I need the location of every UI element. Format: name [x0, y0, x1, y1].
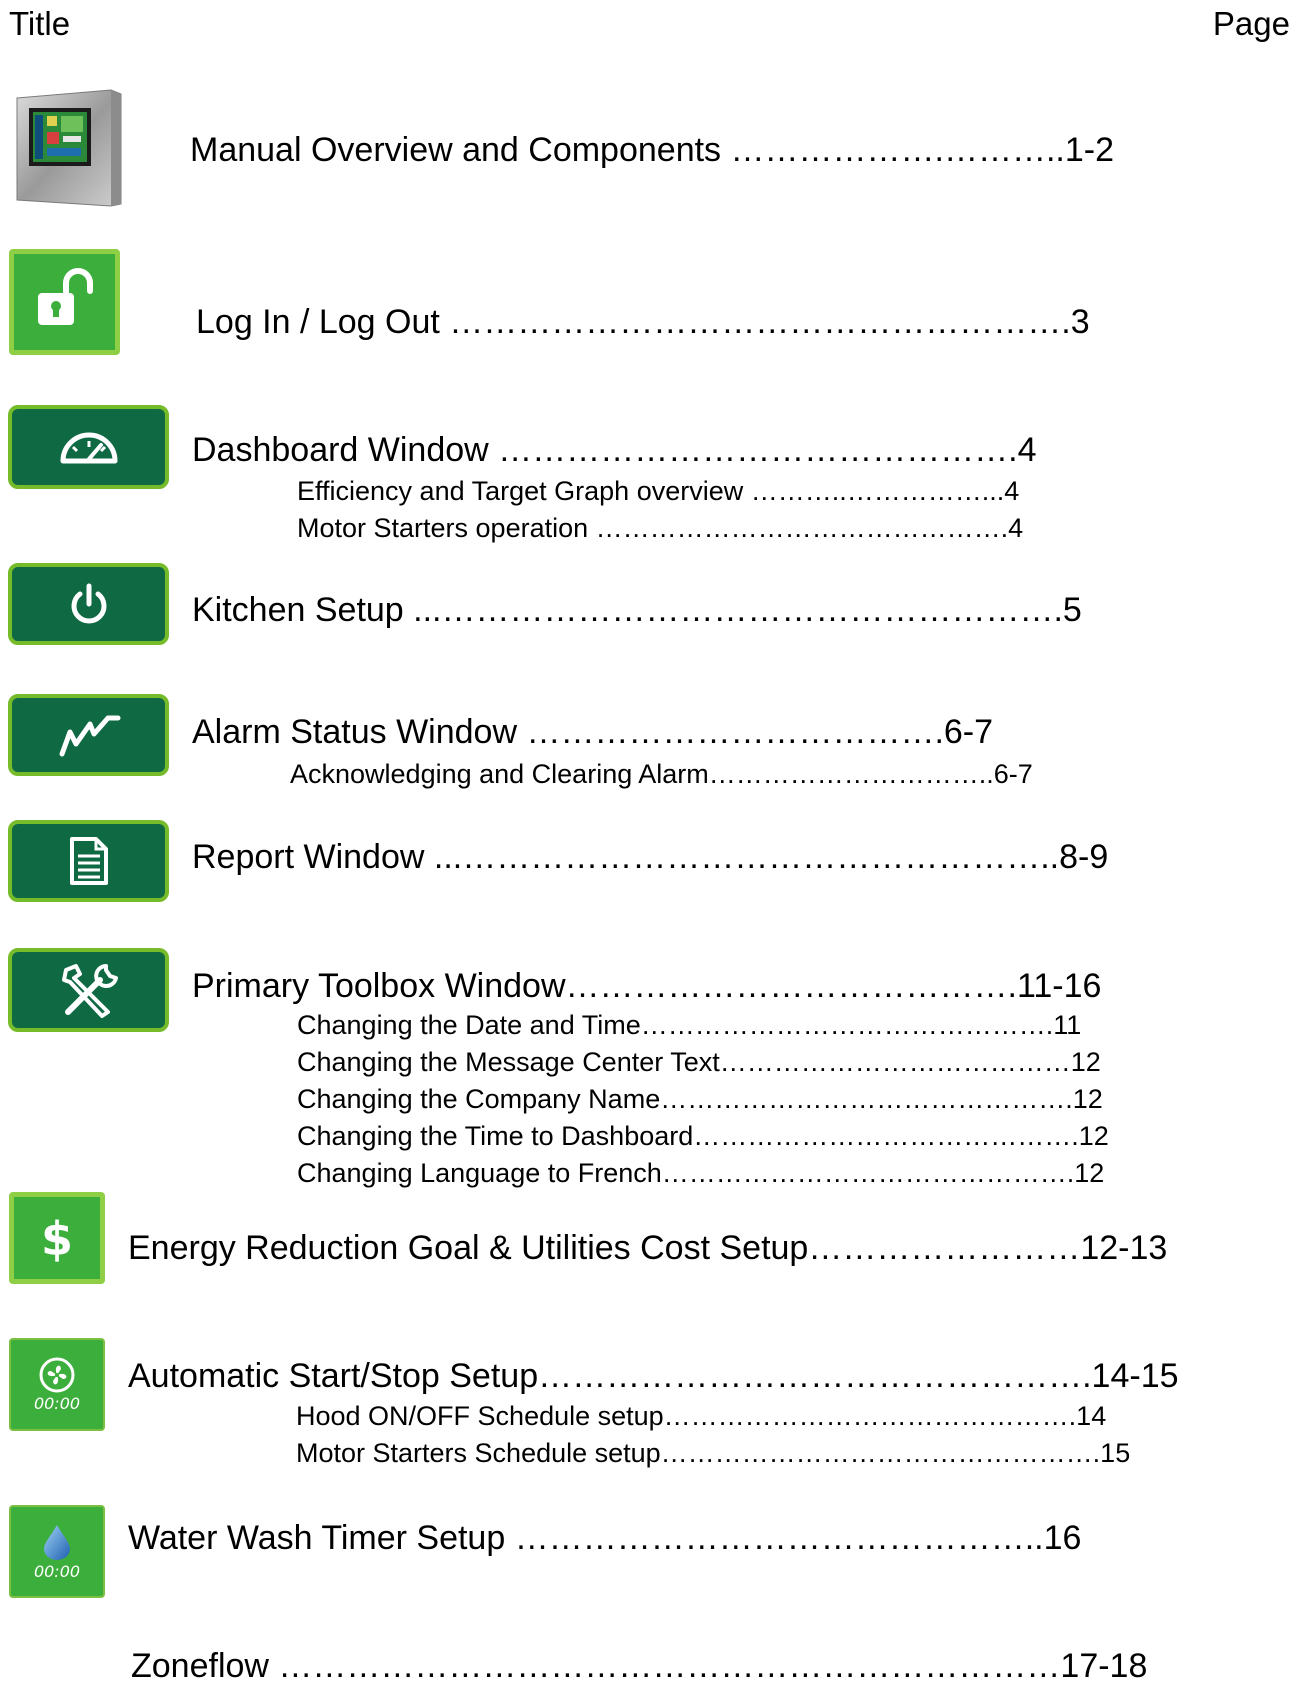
toc-entry-water-wash-timer[interactable]: Water Wash Timer Setup ………………………………………..…: [128, 1517, 1288, 1559]
fan-timer-label: 00:00: [33, 1393, 81, 1413]
alarm-graph-icon: [8, 694, 169, 776]
toc-header-page: Page: [1212, 5, 1290, 42]
tools-icon: [8, 948, 169, 1032]
power-icon: [8, 563, 169, 645]
toc-entry-zoneflow[interactable]: Zoneflow ……………………………………………………………17-18: [131, 1645, 1289, 1687]
toc-subentry-motor-starters-operation[interactable]: Motor Starters operation …………………………………………: [297, 511, 1297, 545]
toc-entry-kitchen-setup[interactable]: Kitchen Setup ...……………………………………………….5: [192, 589, 1286, 631]
toc-entry-primary-toolbox[interactable]: Primary Toolbox Window………………………………….11-1…: [192, 965, 1288, 1007]
toc-subentry-motor-starters-schedule[interactable]: Motor Starters Schedule setup………………………………: [296, 1436, 1296, 1470]
toc-subentry-message-center[interactable]: Changing the Message Center Text………………………: [297, 1045, 1287, 1079]
toc-entry-dashboard[interactable]: Dashboard Window ……………………………………….4: [192, 429, 1282, 471]
fan-icon: [39, 1357, 75, 1392]
toc-subentry-time-to-dashboard[interactable]: Changing the Time to Dashboard……………………………: [297, 1119, 1287, 1153]
toc-subentry-company-name[interactable]: Changing the Company Name…………………………………………: [297, 1082, 1287, 1116]
toc-subentry-language-french[interactable]: Changing Language to French……………………………………: [297, 1156, 1287, 1190]
toc-entry-report-window[interactable]: Report Window ...……………………………………………..8-9: [192, 836, 1286, 878]
toc-subentry-hood-schedule[interactable]: Hood ON/OFF Schedule setup………………………………………: [296, 1399, 1296, 1433]
toc-subentry-date-time[interactable]: Changing the Date and Time………………………………………: [297, 1008, 1287, 1042]
toc-subentry-efficiency-graph[interactable]: Efficiency and Target Graph overview …………: [297, 474, 1297, 508]
toc-header-title: Title: [9, 5, 71, 42]
control-panel-photo: [11, 88, 123, 208]
toc-entry-energy-reduction[interactable]: Energy Reduction Goal & Utilities Cost S…: [128, 1227, 1278, 1269]
toc-entry-manual-overview[interactable]: Manual Overview and Components ……………….………: [190, 129, 1296, 171]
fan-timer-icon: 00:00: [9, 1338, 105, 1431]
toc-subentry-acknowledging-alarm[interactable]: Acknowledging and Clearing Alarm………………………: [290, 757, 1294, 791]
gauge-icon: [8, 405, 169, 489]
svg-text:$: $: [41, 1212, 73, 1265]
toc-entry-alarm-status[interactable]: Alarm Status Window ……………………………….6-7: [192, 711, 1282, 753]
toc-entry-automatic-start-stop[interactable]: Automatic Start/Stop Setup………………………………………: [128, 1355, 1293, 1397]
water-drop-icon: [44, 1524, 70, 1560]
toc-entry-log-in-out[interactable]: Log In / Log Out ……………………………………………….3: [196, 301, 1286, 343]
dollar-icon: $: [9, 1192, 105, 1284]
water-drop-timer-label: 00:00: [33, 1561, 81, 1581]
padlock-open-icon: [9, 249, 120, 355]
water-drop-timer-icon: 00:00: [9, 1505, 105, 1598]
report-document-icon: [8, 820, 169, 902]
